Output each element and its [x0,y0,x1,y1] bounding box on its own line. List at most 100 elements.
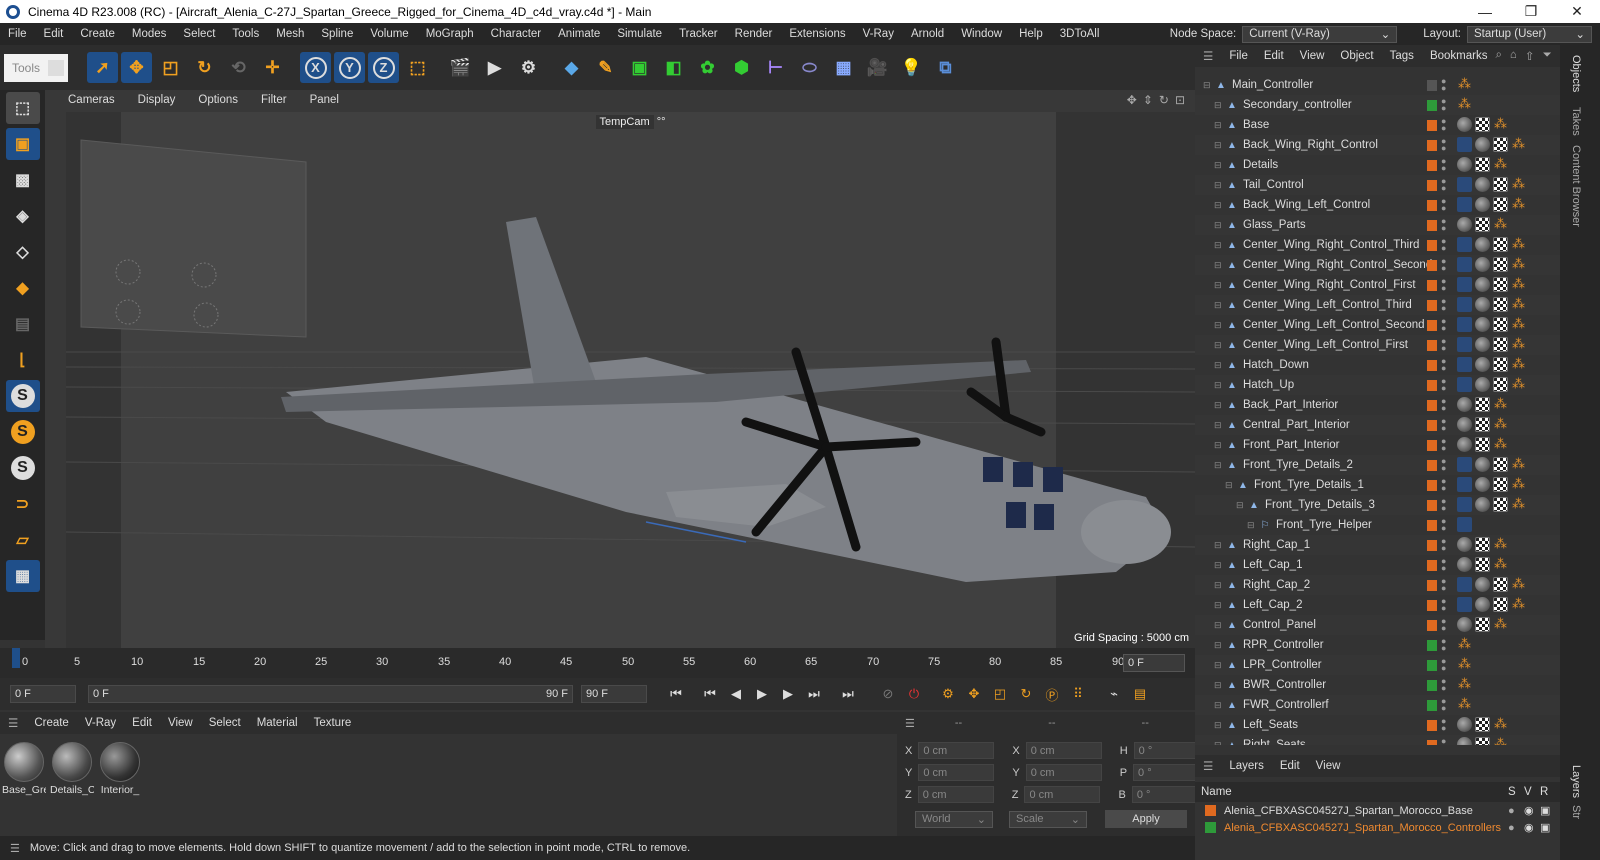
menu-help[interactable]: Help [1011,28,1052,40]
object-row[interactable]: ⊟ ▲ Left_Cap_2 ● ● ⁂ [1195,595,1560,615]
z-axis-lock-button[interactable]: Z [368,52,399,83]
expand-icon[interactable]: ⊟ [1214,700,1224,711]
side-tab-content-browser[interactable]: Content Browser [1570,145,1582,227]
expand-icon[interactable]: ⊟ [1214,420,1224,431]
viewport-menu-cameras[interactable]: Cameras [45,94,124,106]
layer-menu-view[interactable]: View [1308,760,1349,772]
coordinate-mode-dropdown[interactable]: World ⌄ [915,810,993,828]
toggle-view-icon[interactable]: ⊡ [1175,93,1185,107]
snap-button[interactable]: S [5,380,40,412]
xpresso-tag-icon[interactable] [1457,277,1472,292]
layer-solo-icon[interactable]: ● [1508,805,1524,817]
object-row[interactable]: ⊟ ▲ Right_Cap_1 ● ● ⁂ [1195,535,1560,555]
mat-menu-material[interactable]: Material [249,717,306,729]
menu-create[interactable]: Create [72,28,124,40]
make-editable-button[interactable]: ⬚ [5,92,40,124]
material-tag-icon[interactable] [1475,457,1490,472]
material-tag-icon[interactable] [1457,537,1472,552]
object-row[interactable]: ⊟ ▲ Secondary_controller ● ● ⁂ [1195,95,1560,115]
layer-color-swatch[interactable] [1427,520,1437,531]
layer-color-swatch[interactable] [1427,500,1437,511]
python-button[interactable]: ⧉ [930,52,961,83]
controller-tag-icon[interactable]: ⁂ [1511,357,1526,372]
expand-icon[interactable]: ⊟ [1214,600,1224,611]
menu-character[interactable]: Character [483,28,551,40]
zoom-view-icon[interactable]: ⇕ [1143,93,1153,107]
object-row[interactable]: ⊟ ▲ Hatch_Down ● ● ⁂ [1195,355,1560,375]
mat-menu-view[interactable]: View [160,717,201,729]
expand-icon[interactable]: ⊟ [1214,280,1224,291]
key-scale-button[interactable]: ◰ [987,681,1013,707]
select-tool-button[interactable]: ➚ [87,52,118,83]
polygons-mode-button[interactable]: ◆ [6,272,40,304]
expand-icon[interactable]: ⊟ [1214,400,1224,411]
expand-icon[interactable]: ⊟ [1214,300,1224,311]
menu-window[interactable]: Window [953,28,1011,40]
expand-icon[interactable]: ⊟ [1214,380,1224,391]
play-button[interactable]: ▶ [749,681,775,707]
visibility-dots-icon[interactable]: ●● [1441,117,1446,133]
layer-color-swatch[interactable] [1427,220,1437,231]
controller-tag-icon[interactable]: ⁂ [1511,237,1526,252]
snap-settings-button[interactable]: S [6,416,40,448]
object-row[interactable]: ⊟ ▲ Front_Tyre_Details_1 ● ● ⁂ [1195,475,1560,495]
object-row[interactable]: ⊟ ▲ Back_Wing_Right_Control ● ● ⁂ [1195,135,1560,155]
texture-mode-button[interactable]: ▩ [6,164,40,196]
xpresso-tag-icon[interactable] [1457,337,1472,352]
controller-tag-icon[interactable]: ⁂ [1493,397,1508,412]
material-swatch[interactable]: Interior_ [98,742,142,796]
texture-tag-icon[interactable] [1493,457,1508,472]
side-tab-structure[interactable]: Str [1570,805,1582,819]
expand-icon[interactable]: ⊟ [1214,100,1224,111]
key-parameter-button[interactable]: Ⓟ [1039,681,1065,707]
menu-mesh[interactable]: Mesh [268,28,313,40]
expand-icon[interactable]: ⊟ [1214,220,1224,231]
current-frame-field[interactable]: 0 F [1123,654,1185,672]
xpresso-tag-icon[interactable] [1457,177,1472,192]
xpresso-tag-icon[interactable] [1457,137,1472,152]
visibility-dots-icon[interactable]: ●● [1441,337,1446,353]
object-row[interactable]: ⊟ ▲ Details ● ● ⁂ [1195,155,1560,175]
pen-button[interactable]: ✎ [590,52,621,83]
layer-color-swatch[interactable] [1427,200,1437,211]
menu-edit[interactable]: Edit [36,28,73,40]
layer-color-swatch[interactable] [1427,180,1437,191]
mat-menu-edit[interactable]: Edit [124,717,160,729]
xpresso-tag-icon[interactable] [1457,597,1472,612]
layer-color-swatch[interactable] [1427,580,1437,591]
material-tag-icon[interactable] [1457,737,1472,745]
texture-tag-icon[interactable] [1475,417,1490,432]
texture-tag-icon[interactable] [1475,737,1490,745]
object-row[interactable]: ⊟ ▲ Center_Wing_Left_Control_Third ● ● ⁂ [1195,295,1560,315]
render-picture-viewer-button[interactable]: ▶ [479,52,510,83]
render-view-button[interactable]: 🎬 [445,52,476,83]
prev-key-button[interactable]: ⏮ [697,681,723,707]
visibility-dots-icon[interactable]: ●● [1441,257,1446,273]
frame-range-slider[interactable]: 0 F 90 F [88,685,573,703]
texture-tag-icon[interactable] [1493,177,1508,192]
recent-tool-button[interactable]: ⟲ [223,52,254,83]
size-mode-dropdown[interactable]: Scale ⌄ [1009,810,1087,828]
object-row[interactable]: ⊟ ▲ Center_Wing_Right_Control_Second ● ● ⁂ [1195,255,1560,275]
visibility-dots-icon[interactable]: ●● [1441,457,1446,473]
floor-button[interactable]: ▦ [828,52,859,83]
material-tag-icon[interactable] [1475,177,1490,192]
layer-color-swatch[interactable] [1427,260,1437,271]
visibility-dots-icon[interactable]: ●● [1441,537,1446,553]
layer-color-swatch[interactable] [1427,440,1437,451]
object-row[interactable]: ⊟ ▲ Tail_Control ● ● ⁂ [1195,175,1560,195]
visibility-dots-icon[interactable]: ●● [1441,97,1446,113]
prev-frame-button[interactable]: ◀ [723,681,749,707]
material-tag-icon[interactable] [1457,417,1472,432]
texture-tag-icon[interactable] [1493,337,1508,352]
menu-volume[interactable]: Volume [362,28,417,40]
expand-icon[interactable]: ⊟ [1214,740,1224,746]
menu-mograph[interactable]: MoGraph [418,28,483,40]
material-tag-icon[interactable] [1475,237,1490,252]
object-row[interactable]: ⊟ ▲ Left_Cap_1 ● ● ⁂ [1195,555,1560,575]
layer-color-swatch[interactable] [1427,540,1437,551]
side-tab-takes[interactable]: Takes [1570,107,1582,136]
controller-tag-icon[interactable]: ⁂ [1493,437,1508,452]
material-tag-icon[interactable] [1475,277,1490,292]
expand-icon[interactable]: ⊟ [1203,80,1213,91]
